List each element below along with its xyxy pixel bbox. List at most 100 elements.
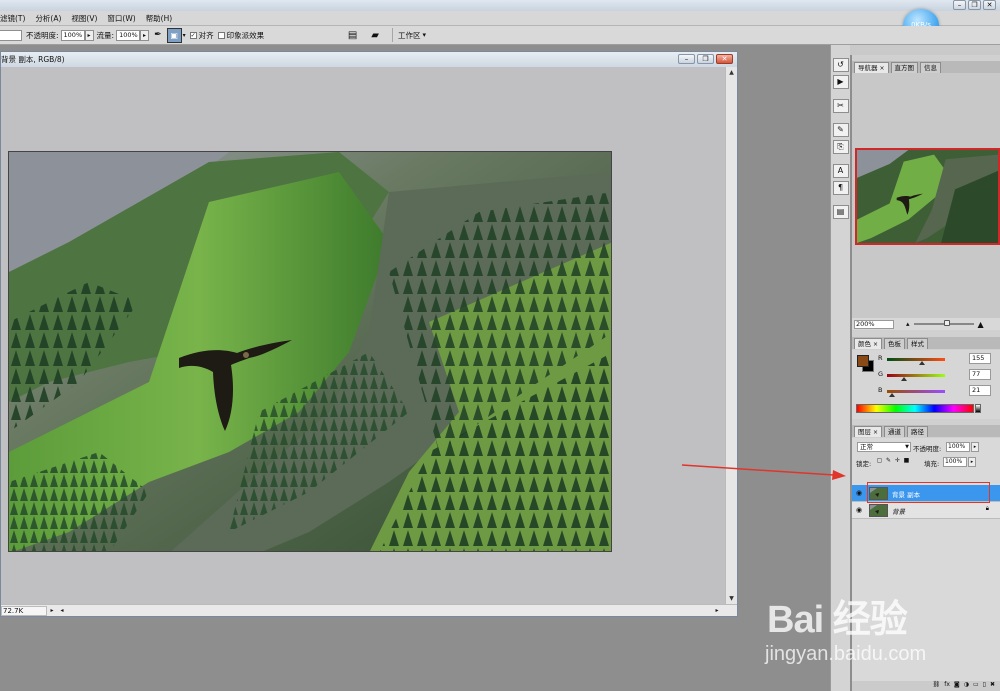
layer-comps-icon[interactable]: ▤ (832, 205, 849, 219)
airbrush-icon[interactable]: ✒ (154, 30, 162, 40)
channel-g-slider-icon[interactable] (901, 377, 908, 381)
menu-view[interactable]: 视图(V) (66, 13, 102, 24)
document-size-readout[interactable]: 72.7K (1, 605, 47, 616)
history-panel-icon[interactable]: ↺ (832, 58, 849, 72)
horizontal-scrollbar[interactable]: 72.7K ▸ ◂ ▸ (1, 604, 737, 616)
channel-r-slider-icon[interactable] (919, 361, 926, 365)
align-label: 对齐 (198, 30, 214, 40)
channel-b-slider-icon[interactable] (888, 393, 895, 397)
menu-window[interactable]: 窗口(W) (102, 13, 140, 24)
tab-color[interactable]: 颜色 × (854, 338, 883, 349)
adjustment-layer-icon[interactable]: ◑ (964, 681, 969, 691)
menu-analysis[interactable]: 分析(A) (30, 13, 66, 24)
layer-style-icon[interactable]: fx (944, 681, 950, 691)
zoom-in-icon[interactable]: ▲ (978, 320, 984, 329)
channel-b-gradient[interactable] (887, 390, 945, 393)
app-title-strip (0, 0, 1000, 11)
tool-presets-icon[interactable]: ✂ (832, 99, 849, 113)
channel-r-value[interactable]: 155 (969, 353, 991, 364)
layer-thumbnail-image (870, 505, 887, 516)
layer-opacity-field[interactable]: 100% (946, 442, 970, 452)
new-layer-icon[interactable]: ▯ (983, 681, 986, 691)
sample-mode-icon[interactable]: ▣ (166, 27, 182, 43)
menu-filter[interactable]: 滤镜(T) (0, 13, 30, 24)
tab-info[interactable]: 信息 (920, 62, 942, 73)
lock-transparency-icon[interactable]: ▢ (876, 457, 883, 465)
impressionist-checkbox[interactable] (217, 31, 225, 39)
character-panel-icon[interactable]: A (832, 164, 849, 178)
fill-field[interactable]: 100% (943, 457, 967, 467)
foreground-color-swatch[interactable] (857, 355, 869, 367)
document-titlebar[interactable]: 背景 副本, RGB/8) – ❐ ✕ (1, 52, 737, 67)
layer-name[interactable]: 背景 (892, 506, 905, 516)
scroll-left-arrow-icon[interactable]: ◂ (57, 607, 67, 614)
new-group-icon[interactable]: ▭ (973, 681, 979, 691)
vertical-scrollbar[interactable]: ▲ ▼ (725, 67, 737, 604)
document-minimize-button[interactable]: – (678, 54, 695, 64)
scroll-down-arrow-icon[interactable]: ▼ (726, 593, 737, 604)
menu-help[interactable]: 帮助(H) (141, 13, 178, 24)
tab-swatches[interactable]: 色板 (884, 338, 906, 349)
lock-all-icon[interactable]: ■ (903, 457, 910, 465)
navigator-zoom-field[interactable]: 200% (854, 319, 894, 329)
link-layers-icon[interactable]: ⛓︎ (933, 681, 941, 691)
opacity-slider-button[interactable]: ▸ (84, 29, 94, 41)
paragraph-panel-icon[interactable]: ¶ (832, 181, 849, 195)
visibility-eye-icon[interactable]: ◉ (854, 488, 864, 498)
black-white-ramp[interactable] (975, 404, 981, 413)
blend-mode-select[interactable]: 正常 ▼ (857, 442, 911, 452)
navigator-thumbnail[interactable] (855, 148, 1000, 245)
flow-label: 流量: (96, 30, 115, 40)
blend-dropdown-icon: ▼ (905, 444, 909, 450)
tab-layers[interactable]: 图层 × (854, 426, 883, 437)
document-maximize-button[interactable]: ❐ (697, 54, 714, 64)
layer-row-background[interactable]: ◉ 背景 🔒︎ (852, 502, 1000, 519)
brushes-panel-icon[interactable]: ✎ (832, 123, 849, 137)
brush-preset-field[interactable] (0, 29, 22, 41)
layer-opacity-label: 不透明度: (913, 445, 942, 453)
scroll-right-arrow-icon[interactable]: ▸ (712, 607, 722, 614)
visibility-eye-icon[interactable]: ◉ (854, 505, 864, 515)
flow-slider-button[interactable]: ▸ (140, 29, 150, 41)
close-window-button[interactable]: ✕ (983, 0, 996, 10)
minimize-window-button[interactable]: – (953, 0, 966, 10)
tab-styles[interactable]: 样式 (907, 338, 929, 349)
layer-opacity-slider-button[interactable]: ▸ (971, 442, 979, 452)
scroll-status-arrow-icon[interactable]: ▸ (47, 607, 57, 614)
actions-panel-icon[interactable]: ▶ (832, 75, 849, 89)
lock-pixels-icon[interactable]: ✎ (885, 457, 892, 465)
canvas-area[interactable] (1, 67, 725, 604)
scroll-up-arrow-icon[interactable]: ▲ (726, 67, 737, 78)
tab-paths[interactable]: 路径 (907, 426, 929, 437)
photo-image (9, 152, 611, 551)
restore-window-button[interactable]: ❐ (968, 0, 981, 10)
channel-r-gradient[interactable] (887, 358, 945, 361)
tab-channels[interactable]: 通道 (884, 426, 906, 437)
align-checkbox[interactable]: ✓ (189, 31, 197, 39)
delete-layer-icon[interactable]: ✖ (990, 681, 995, 691)
annotation-highlight-box (867, 482, 990, 503)
navigator-zoom-knob[interactable] (943, 320, 950, 326)
channel-g-value[interactable]: 77 (969, 369, 991, 380)
workspace-button[interactable]: 工作区 (398, 30, 421, 41)
color-spectrum-bar[interactable] (856, 404, 974, 413)
tab-navigator[interactable]: 导航器 × (854, 62, 889, 73)
flow-field[interactable]: 100% (116, 29, 141, 41)
layer-mask-icon[interactable]: ◙ (954, 681, 960, 691)
palette-well-icon[interactable]: ▤ (348, 30, 357, 41)
photo-eagle-over-mountains[interactable] (8, 151, 612, 552)
channel-g-gradient[interactable] (887, 374, 945, 377)
clone-source-icon[interactable]: ⎘ (832, 140, 849, 154)
layers-tabs: 图层 × 通道 路径 (852, 425, 1000, 437)
workspace-dropdown-icon[interactable]: ▾ (422, 31, 426, 39)
document-close-button[interactable]: ✕ (716, 54, 733, 64)
tab-histogram[interactable]: 直方图 (890, 62, 919, 73)
zoom-out-icon[interactable]: ▴ (906, 320, 910, 328)
sample-mode-dropdown-icon[interactable]: ▾ (183, 32, 186, 39)
bridge-icon[interactable]: ▰ (371, 30, 379, 41)
channel-b-value[interactable]: 21 (969, 385, 991, 396)
lock-position-icon[interactable]: ✛ (894, 457, 901, 465)
fill-slider-button[interactable]: ▸ (968, 457, 976, 467)
opacity-field[interactable]: 100% (60, 29, 85, 41)
navigator-zoom-slider[interactable] (913, 320, 974, 326)
